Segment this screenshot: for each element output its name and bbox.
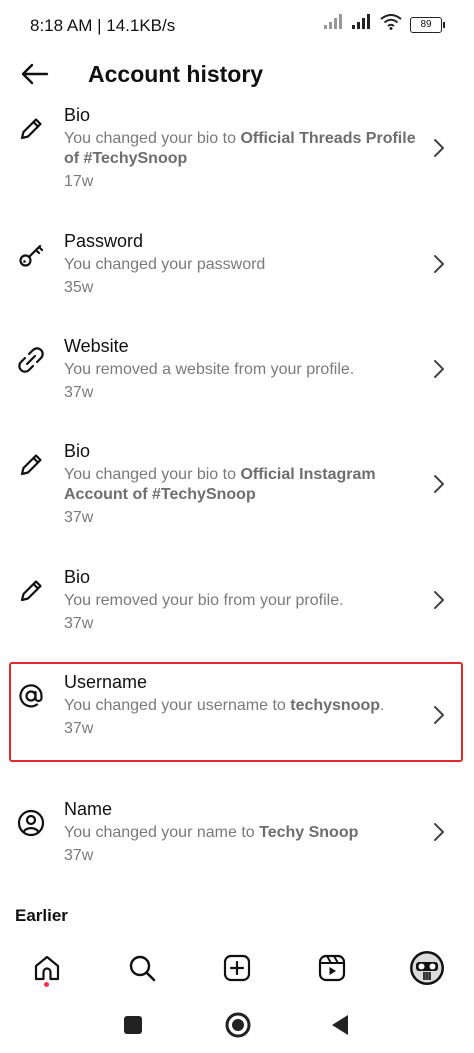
recents-square-icon[interactable]: [123, 1015, 143, 1040]
back-triangle-icon[interactable]: [330, 1014, 350, 1041]
item-title: Website: [64, 336, 129, 356]
chevron-right-icon: [432, 474, 446, 494]
item-description-value: Techy Snoop: [259, 824, 359, 841]
item-title: Name: [64, 799, 113, 819]
pencil-icon: [16, 114, 46, 144]
history-item-bio[interactable]: Bio You changed your bio to Official Ins…: [0, 436, 474, 536]
history-item-text: Password You changed your password 35w: [64, 230, 424, 298]
user-circle-icon: [16, 808, 46, 838]
item-timestamp: 37w: [64, 384, 94, 401]
history-item-text: Bio You changed your bio to Official Thr…: [64, 104, 424, 192]
item-description: You removed your bio from your profile.: [64, 592, 344, 609]
item-timestamp: 37w: [64, 847, 94, 864]
header: Account history: [0, 52, 474, 100]
bottom-tab-bar: [0, 940, 474, 998]
item-timestamp: 37w: [64, 615, 94, 632]
link-icon: [16, 345, 46, 375]
item-title: Bio: [64, 441, 91, 461]
pencil-icon: [16, 450, 46, 480]
item-title: Bio: [64, 567, 91, 587]
history-item-text: Bio You removed your bio from your profi…: [64, 566, 424, 634]
item-description: You changed your bio to Official Threads…: [64, 130, 416, 167]
wifi-icon: [380, 14, 402, 35]
notification-dot: [44, 982, 49, 987]
key-icon: [16, 240, 46, 270]
reels-icon: [317, 953, 347, 988]
history-item-website[interactable]: Website You removed a website from your …: [0, 331, 474, 411]
create-icon: [222, 953, 252, 988]
item-description: You removed a website from your profile.: [64, 361, 355, 378]
item-description: You changed your name to Techy Snoop: [64, 824, 359, 841]
item-timestamp: 35w: [64, 279, 94, 296]
item-timestamp: 17w: [64, 173, 94, 190]
arrow-left-icon: [19, 62, 49, 91]
chevron-right-icon: [432, 254, 446, 274]
item-description: You changed your bio to Official Instagr…: [64, 466, 376, 503]
status-time-speed: 8:18 AM | 14.1KB/s: [30, 16, 176, 35]
history-item-text: Name You changed your name to Techy Snoo…: [64, 798, 424, 866]
history-item-bio[interactable]: Bio You removed your bio from your profi…: [0, 562, 474, 642]
chevron-right-icon: [432, 138, 446, 158]
tab-create[interactable]: [215, 948, 259, 992]
pencil-icon: [16, 576, 46, 606]
item-title: Bio: [64, 105, 91, 125]
tab-reels[interactable]: [310, 948, 354, 992]
battery-icon: 89: [410, 16, 445, 33]
chevron-right-icon: [432, 359, 446, 379]
history-item-name[interactable]: Name You changed your name to Techy Snoo…: [0, 794, 474, 874]
section-heading-earlier: Earlier: [15, 906, 68, 925]
profile-avatar: [409, 950, 445, 991]
chevron-right-icon: [432, 590, 446, 610]
item-title: Password: [64, 231, 144, 251]
history-item-bio[interactable]: Bio You changed your bio to Official Thr…: [0, 100, 474, 200]
history-item-text: Website You removed a website from your …: [64, 335, 424, 403]
chevron-right-icon: [432, 822, 446, 842]
highlight-annotation-box: [9, 662, 463, 762]
system-nav-bar: [0, 1000, 474, 1053]
page-title: Account history: [88, 61, 264, 87]
search-icon: [127, 953, 157, 988]
history-item-password[interactable]: Password You changed your password 35w: [0, 226, 474, 306]
item-timestamp: 37w: [64, 509, 94, 526]
status-bar: 8:18 AM | 14.1KB/s 89: [0, 0, 474, 52]
home-circle-icon[interactable]: [225, 1012, 251, 1043]
item-description: You changed your password: [64, 256, 266, 273]
status-icons: 89: [324, 14, 445, 35]
tab-profile[interactable]: [405, 948, 449, 992]
signal-icon: [324, 14, 344, 35]
back-button[interactable]: [14, 58, 54, 94]
signal-icon: [352, 14, 372, 35]
tab-search[interactable]: [120, 948, 164, 992]
history-item-text: Bio You changed your bio to Official Ins…: [64, 440, 424, 528]
